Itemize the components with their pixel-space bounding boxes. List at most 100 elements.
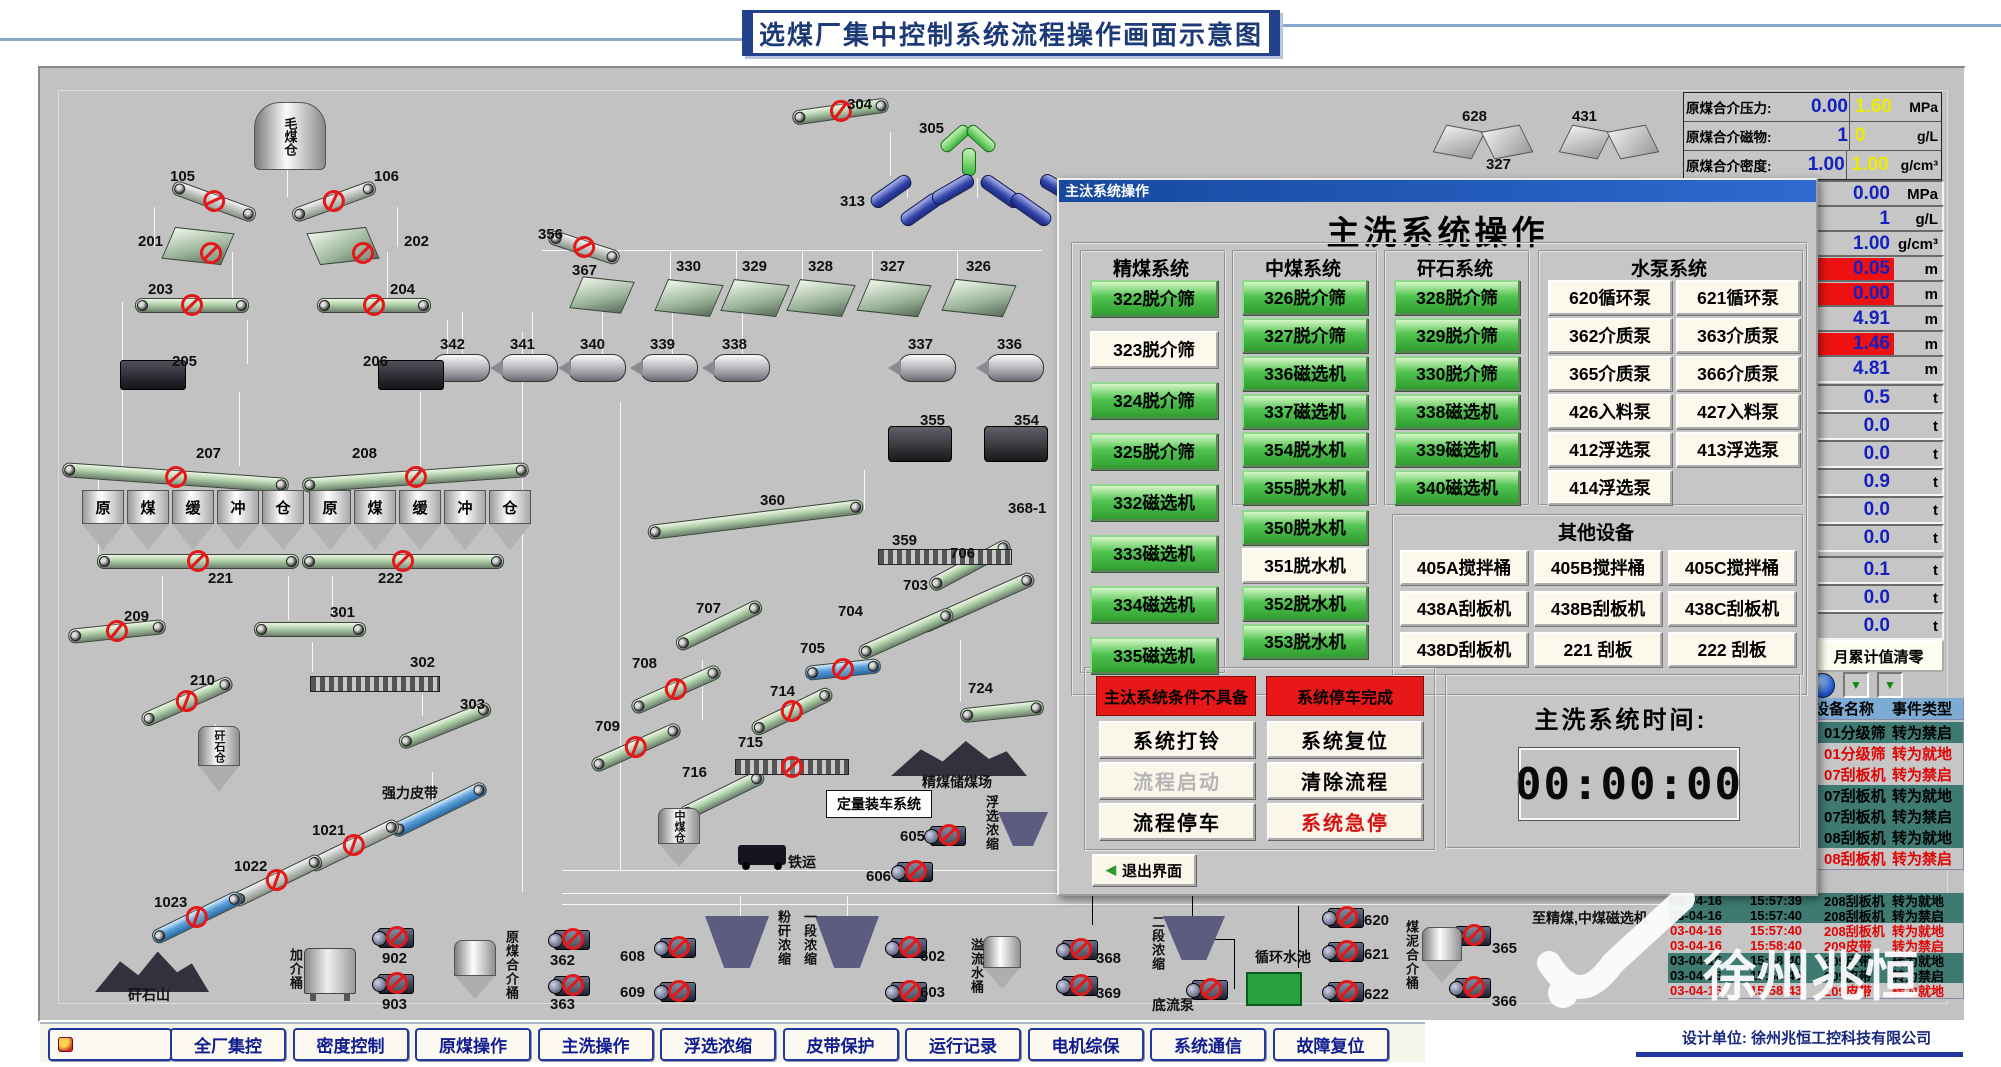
- device-button-427入料泵[interactable]: 427入料泵: [1676, 394, 1800, 429]
- scraper-conveyor-icon[interactable]: [878, 549, 1012, 565]
- device-button-413浮选泵[interactable]: 413浮选泵: [1676, 432, 1800, 467]
- device-button-335磁选机[interactable]: 335磁选机: [1090, 637, 1218, 674]
- screen-icon[interactable]: [856, 279, 931, 318]
- device-button-222 刮板[interactable]: 222 刮板: [1668, 632, 1796, 667]
- device-button-352脱水机[interactable]: 352脱水机: [1242, 586, 1368, 621]
- magnetic-separator-icon[interactable]: [500, 354, 558, 382]
- splitter-icon[interactable]: [938, 130, 998, 176]
- device-button-412浮选泵[interactable]: 412浮选泵: [1548, 432, 1672, 467]
- conveyor-icon[interactable]: [135, 298, 249, 313]
- device-button-426入料泵[interactable]: 426入料泵: [1548, 394, 1672, 429]
- pump-icon[interactable]: [930, 826, 966, 846]
- magnetic-separator-icon[interactable]: [898, 354, 956, 382]
- nav-button-主洗操作[interactable]: 主洗操作: [538, 1028, 654, 1061]
- control-button-流程停车[interactable]: 流程停车: [1099, 803, 1255, 840]
- device-button-438D刮板机[interactable]: 438D刮板机: [1400, 632, 1528, 667]
- device-button-328脱介筛[interactable]: 328脱介筛: [1394, 280, 1520, 315]
- pump-icon[interactable]: [378, 928, 414, 948]
- device-button-621循环泵[interactable]: 621循环泵: [1676, 280, 1800, 315]
- device-button-333磁选机[interactable]: 333磁选机: [1090, 535, 1218, 572]
- device-button-354脱水机[interactable]: 354脱水机: [1242, 432, 1368, 467]
- month-reset-button[interactable]: 月累计值清零: [1813, 640, 1944, 672]
- event-row[interactable]: 03-04-1615:57:40208刮板机转为禁启: [1666, 908, 1963, 923]
- nav-button-运行记录[interactable]: 运行记录: [905, 1028, 1021, 1061]
- nav-button-密度控制[interactable]: 密度控制: [293, 1028, 409, 1061]
- pump-icon[interactable]: [1062, 976, 1098, 996]
- control-button-系统复位[interactable]: 系统复位: [1267, 721, 1423, 758]
- nav-button-原煤操作[interactable]: 原煤操作: [415, 1028, 531, 1061]
- scraper-conveyor-icon[interactable]: [735, 759, 849, 775]
- device-button-323脱介筛[interactable]: 323脱介筛: [1090, 331, 1218, 368]
- export-icon[interactable]: ▼: [1843, 672, 1869, 698]
- nav-button-浮选浓缩[interactable]: 浮选浓缩: [660, 1028, 776, 1061]
- device-button-340磁选机[interactable]: 340磁选机: [1394, 470, 1520, 505]
- device-button-324脱介筛[interactable]: 324脱介筛: [1090, 382, 1218, 419]
- device-button-339磁选机[interactable]: 339磁选机: [1394, 432, 1520, 467]
- pump-icon[interactable]: [1192, 980, 1228, 1000]
- dewatering-machine-icon[interactable]: [984, 426, 1048, 462]
- device-button-438A刮板机[interactable]: 438A刮板机: [1400, 591, 1528, 626]
- control-button-流程启动[interactable]: 流程启动: [1099, 762, 1255, 799]
- device-button-353脱水机[interactable]: 353脱水机: [1242, 624, 1368, 659]
- device-button-336磁选机[interactable]: 336磁选机: [1242, 356, 1368, 391]
- pump-icon[interactable]: [554, 976, 590, 996]
- device-button-327脱介筛[interactable]: 327脱介筛: [1242, 318, 1368, 353]
- device-button-414浮选泵[interactable]: 414浮选泵: [1548, 470, 1672, 505]
- nav-button-全厂集控[interactable]: 全厂集控: [170, 1028, 286, 1061]
- loading-system-box[interactable]: 定量装车系统: [826, 790, 932, 818]
- device-button-326脱介筛[interactable]: 326脱介筛: [1242, 280, 1368, 315]
- system-menu-button[interactable]: [48, 1028, 172, 1061]
- device-button-365介质泵[interactable]: 365介质泵: [1548, 356, 1672, 391]
- event-row[interactable]: 03-04-1615:58:43209皮带转为禁启: [1666, 968, 1963, 983]
- event-row[interactable]: 03-04-1615:58:40209皮带转为就地: [1666, 953, 1963, 968]
- magnetic-separator-icon[interactable]: [568, 354, 626, 382]
- pump-icon[interactable]: [660, 982, 696, 1002]
- control-button-清除流程[interactable]: 清除流程: [1267, 762, 1423, 799]
- dewatering-machine-icon[interactable]: [888, 426, 952, 462]
- device-button-351脱水机[interactable]: 351脱水机: [1242, 548, 1368, 583]
- device-button-366介质泵[interactable]: 366介质泵: [1676, 356, 1800, 391]
- nav-button-系统通信[interactable]: 系统通信: [1150, 1028, 1266, 1061]
- device-button-438C刮板机[interactable]: 438C刮板机: [1668, 591, 1796, 626]
- pump-icon[interactable]: [1328, 942, 1364, 962]
- conveyor-icon[interactable]: [254, 622, 366, 637]
- conveyor-icon[interactable]: [317, 298, 431, 313]
- conveyor-icon[interactable]: [97, 554, 299, 569]
- sieve-bend-icon[interactable]: [1564, 122, 1660, 172]
- device-button-405A搅拌桶[interactable]: 405A搅拌桶: [1400, 550, 1528, 585]
- magnetic-separator-icon[interactable]: [640, 354, 698, 382]
- control-button-系统打铃[interactable]: 系统打铃: [1099, 721, 1255, 758]
- device-button-438B刮板机[interactable]: 438B刮板机: [1534, 591, 1662, 626]
- nav-button-皮带保护[interactable]: 皮带保护: [783, 1028, 899, 1061]
- pump-icon[interactable]: [660, 938, 696, 958]
- nav-button-故障复位[interactable]: 故障复位: [1273, 1028, 1389, 1061]
- pump-icon[interactable]: [1328, 908, 1364, 928]
- event-row[interactable]: 03-04-1615:58:40209皮带转为禁启: [1666, 938, 1963, 953]
- magnetic-separator-icon[interactable]: [712, 354, 770, 382]
- pump-icon[interactable]: [1328, 982, 1364, 1002]
- device-button-334磁选机[interactable]: 334磁选机: [1090, 586, 1218, 623]
- device-button-405B搅拌桶[interactable]: 405B搅拌桶: [1534, 550, 1662, 585]
- dialog-titlebar[interactable]: 主汰系统操作: [1059, 180, 1816, 202]
- control-button-系统急停[interactable]: 系统急停: [1267, 803, 1423, 840]
- magnetic-separator-icon[interactable]: [986, 354, 1044, 382]
- screen-icon[interactable]: [941, 279, 1016, 318]
- device-button-337磁选机[interactable]: 337磁选机: [1242, 394, 1368, 429]
- device-button-221 刮板[interactable]: 221 刮板: [1534, 632, 1662, 667]
- export-icon[interactable]: ▼: [1877, 672, 1903, 698]
- device-button-325脱介筛[interactable]: 325脱介筛: [1090, 433, 1218, 470]
- device-button-332磁选机[interactable]: 332磁选机: [1090, 484, 1218, 521]
- device-button-350脱水机[interactable]: 350脱水机: [1242, 510, 1368, 545]
- pump-icon[interactable]: [897, 862, 933, 882]
- pump-icon[interactable]: [378, 974, 414, 994]
- scraper-conveyor-icon[interactable]: [310, 676, 440, 692]
- device-button-330脱介筛[interactable]: 330脱介筛: [1394, 356, 1520, 391]
- event-row[interactable]: 03-04-1615:58:43209皮带转为就地: [1666, 983, 1963, 998]
- pump-icon[interactable]: [1062, 940, 1098, 960]
- device-button-355脱水机[interactable]: 355脱水机: [1242, 470, 1368, 505]
- device-button-362介质泵[interactable]: 362介质泵: [1548, 318, 1672, 353]
- pump-icon[interactable]: [554, 930, 590, 950]
- exit-button[interactable]: ◀ 退出界面: [1092, 854, 1196, 886]
- event-row[interactable]: 03-04-1615:57:40208刮板机转为就地: [1666, 923, 1963, 938]
- device-button-322脱介筛[interactable]: 322脱介筛: [1090, 280, 1218, 317]
